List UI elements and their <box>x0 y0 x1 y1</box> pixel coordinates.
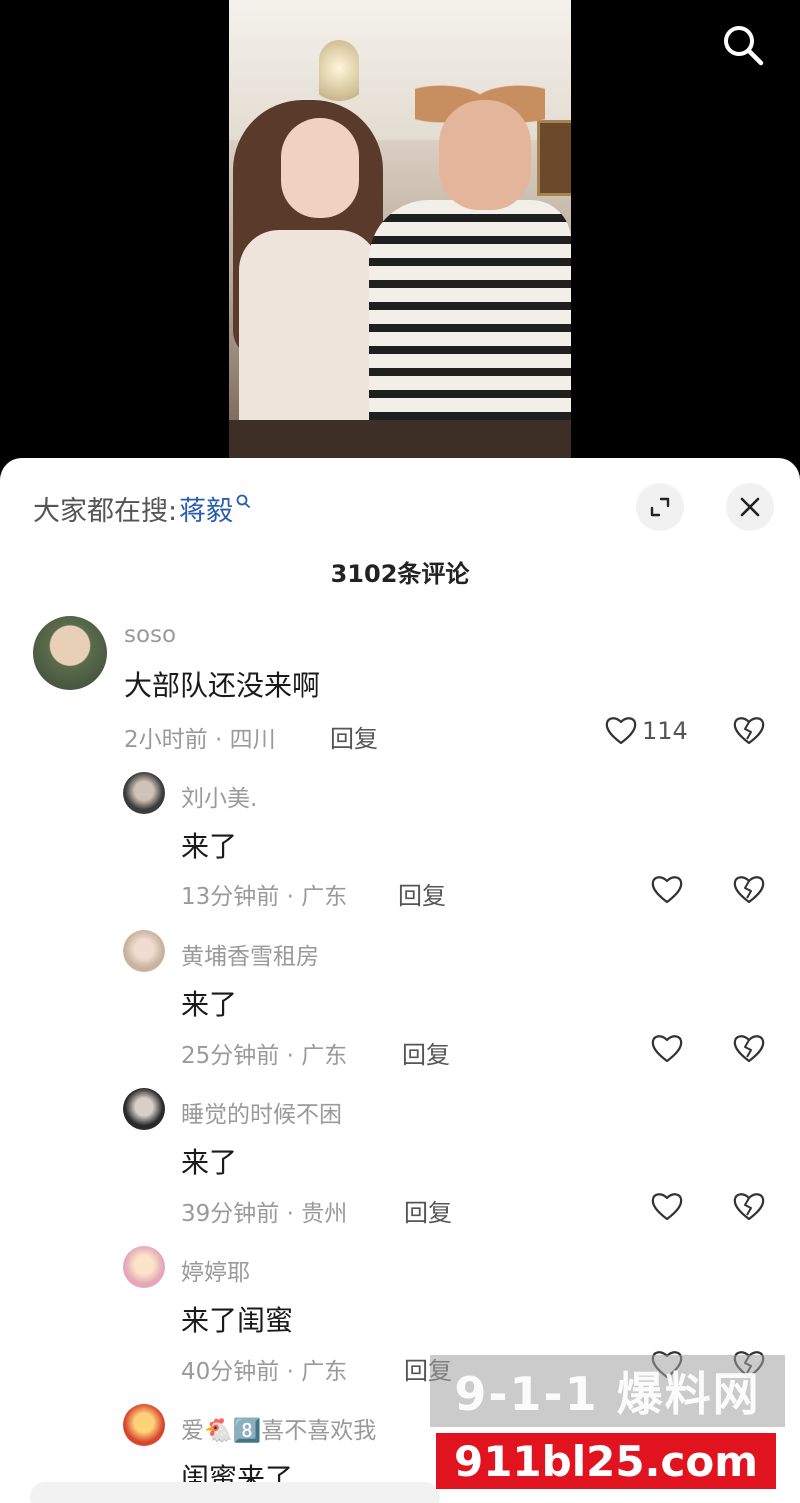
watermark: 9-1-1 爆料网 911bl25.com <box>430 1355 785 1495</box>
reply-button[interactable]: 回复 <box>402 1035 450 1070</box>
trending-search-term[interactable]: 蒋毅 <box>179 489 233 528</box>
avatar[interactable] <box>123 930 165 972</box>
close-icon <box>740 497 760 517</box>
reply-text: 来了 <box>181 830 238 863</box>
dislike-button[interactable] <box>732 714 766 752</box>
comment-input-bar[interactable] <box>30 1482 440 1503</box>
screen: 大家都在搜: 蒋毅 3102条评论 soso 大部队还没来啊 2小时前 · 四川… <box>0 0 800 1503</box>
reply-username[interactable]: 婷婷耶 <box>181 1253 250 1287</box>
avatar[interactable] <box>33 616 107 690</box>
reply-item: 刘小美. 来了 13分钟前 · 广东 回复 <box>0 770 800 920</box>
heart-icon <box>605 717 637 745</box>
comment-sheet: 大家都在搜: 蒋毅 3102条评论 soso 大部队还没来啊 2小时前 · 四川… <box>0 458 800 1503</box>
comment-item: soso 大部队还没来啊 2小时前 · 四川 回复 114 <box>0 616 800 766</box>
broken-heart-icon <box>733 1193 765 1221</box>
video-person-right-face <box>439 100 531 210</box>
expand-icon <box>650 497 670 517</box>
reply-text: 来了 <box>181 1146 238 1179</box>
comment-username[interactable]: soso <box>124 622 176 648</box>
reply-username[interactable]: 爱🐔8️⃣喜不喜欢我 <box>181 1411 376 1445</box>
avatar[interactable] <box>123 772 165 814</box>
reply-meta: 39分钟前 · 贵州 <box>181 1201 348 1227</box>
heart-icon <box>651 876 683 904</box>
dislike-button[interactable] <box>732 1032 766 1070</box>
small-search-icon <box>236 494 251 508</box>
broken-heart-icon <box>733 1035 765 1063</box>
reply-username[interactable]: 睡觉的时候不困 <box>181 1095 342 1129</box>
like-count: 114 <box>642 717 688 745</box>
video-chandelier <box>319 40 359 110</box>
trending-search[interactable]: 大家都在搜: 蒋毅 <box>33 488 251 528</box>
video-frame[interactable] <box>229 0 571 470</box>
reply-item: 睡觉的时候不困 来了 39分钟前 · 贵州 回复 <box>0 1086 800 1236</box>
reply-button[interactable]: 回复 <box>398 876 446 911</box>
reply-text: 来了 <box>181 988 238 1021</box>
comment-count: 3102条评论 <box>330 560 470 588</box>
heart-icon <box>651 1035 683 1063</box>
video-person-right-body <box>369 200 571 430</box>
trending-search-prefix: 大家都在搜: <box>33 495 178 527</box>
like-button[interactable] <box>650 873 684 907</box>
heart-icon <box>651 1193 683 1221</box>
search-button[interactable] <box>718 20 766 68</box>
dislike-button[interactable] <box>732 1190 766 1228</box>
video-person-left-body <box>239 230 379 430</box>
reply-button[interactable]: 回复 <box>330 719 378 754</box>
reply-text: 来了闺蜜 <box>181 1304 294 1337</box>
like-button[interactable] <box>650 1190 684 1224</box>
avatar[interactable] <box>123 1088 165 1130</box>
avatar[interactable] <box>123 1246 165 1288</box>
search-icon <box>724 26 764 66</box>
comment-meta: 2小时前 · 四川 <box>124 727 276 753</box>
reply-username[interactable]: 刘小美. <box>181 779 257 813</box>
reply-button[interactable]: 回复 <box>404 1193 452 1228</box>
broken-heart-icon <box>733 717 765 745</box>
like-button[interactable]: 114 <box>604 714 688 748</box>
reply-meta: 25分钟前 · 广东 <box>181 1043 348 1069</box>
watermark-logo: 9-1-1 爆料网 <box>430 1355 785 1427</box>
expand-button[interactable] <box>636 483 684 531</box>
like-button[interactable] <box>650 1032 684 1066</box>
avatar[interactable] <box>123 1404 165 1446</box>
reply-item: 黄埔香雪租房 来了 25分钟前 · 广东 回复 <box>0 928 800 1078</box>
reply-meta: 40分钟前 · 广东 <box>181 1359 348 1385</box>
close-button[interactable] <box>726 483 774 531</box>
broken-heart-icon <box>733 876 765 904</box>
reply-meta: 13分钟前 · 广东 <box>181 884 348 910</box>
watermark-url: 911bl25.com <box>436 1433 776 1489</box>
comment-text: 大部队还没来啊 <box>124 669 321 702</box>
dislike-button[interactable] <box>732 873 766 911</box>
reply-username[interactable]: 黄埔香雪租房 <box>181 937 319 971</box>
video-person-left-face <box>281 118 359 218</box>
